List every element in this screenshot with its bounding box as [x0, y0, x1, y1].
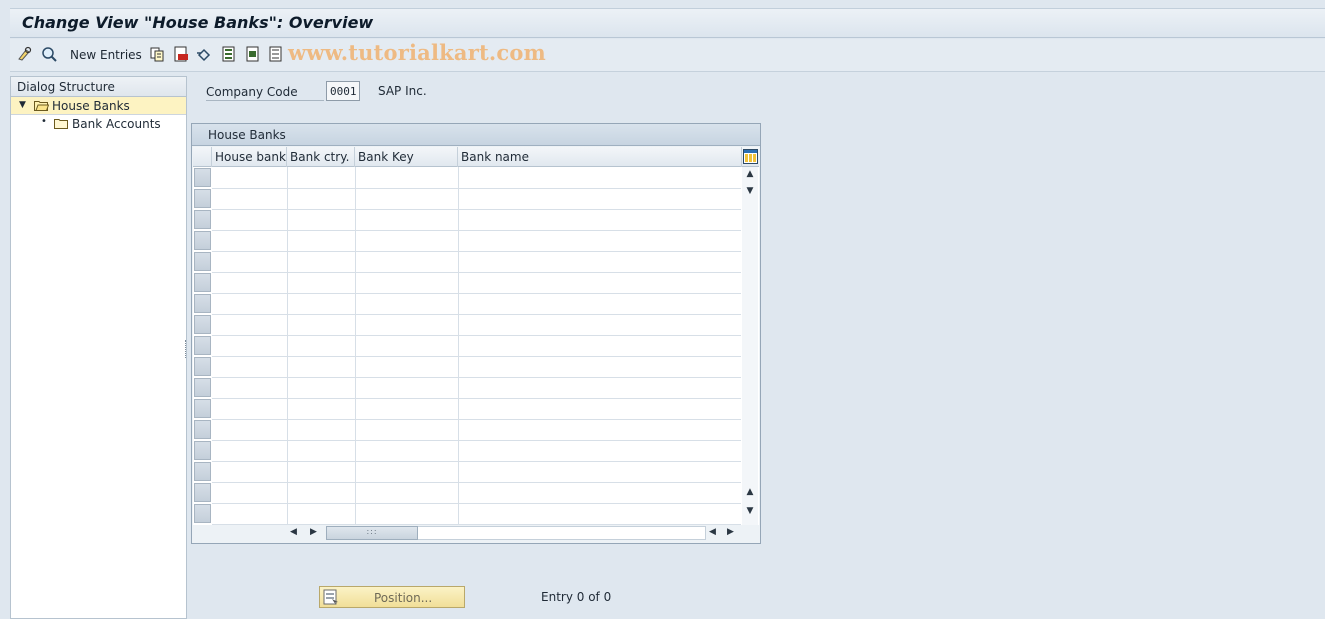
panel-splitter[interactable] [185, 340, 187, 358]
scroll-far-left-icon[interactable]: ◀ [709, 527, 716, 537]
company-code-label: Company Code [206, 84, 324, 101]
table-header: House bank Bank ctry. Bank Key Bank name [193, 147, 759, 167]
row-selector[interactable] [194, 294, 211, 313]
folder-icon [54, 118, 69, 129]
dialog-structure-panel: Dialog Structure ▼ House Banks • Bank Ac… [10, 76, 187, 619]
row-selector[interactable] [194, 231, 211, 250]
row-selector[interactable] [194, 168, 211, 187]
select-all-rows-cell[interactable] [193, 147, 212, 167]
watermark-text: www.tutorialkart.com [288, 40, 546, 65]
column-header-house-bank[interactable]: House bank [212, 147, 287, 167]
delete-icon[interactable] [173, 46, 189, 62]
expand-arrow-icon[interactable]: ▼ [19, 100, 26, 110]
undo-icon[interactable] [196, 46, 212, 62]
row-divider [212, 230, 741, 231]
column-divider [355, 167, 356, 525]
position-button-label: Position... [374, 591, 433, 605]
row-divider [212, 419, 741, 420]
row-divider [212, 293, 741, 294]
column-divider [287, 167, 288, 525]
find-icon[interactable] [41, 46, 57, 62]
row-divider [212, 251, 741, 252]
scroll-left-icon[interactable]: ◀ [290, 527, 297, 537]
scroll-track[interactable] [418, 526, 706, 540]
row-divider [212, 335, 741, 336]
table-grid: House bank Bank ctry. Bank Key Bank name… [193, 147, 759, 525]
row-selector[interactable] [194, 399, 211, 418]
position-button[interactable]: Position... [319, 586, 465, 608]
entry-counter: Entry 0 of 0 [541, 590, 612, 604]
column-header-bank-name[interactable]: Bank name [458, 147, 742, 167]
scroll-right-icon[interactable]: ▶ [310, 527, 317, 537]
page-up-icon[interactable]: ▲ [745, 487, 755, 501]
tree-item-house-banks[interactable]: ▼ House Banks [11, 97, 186, 115]
row-selector[interactable] [194, 336, 211, 355]
row-divider [212, 398, 741, 399]
row-selector[interactable] [194, 315, 211, 334]
row-divider [212, 503, 741, 504]
scroll-far-right-icon[interactable]: ▶ [727, 527, 734, 537]
bullet-icon: • [41, 116, 47, 127]
row-divider [212, 188, 741, 189]
tree-item-label: Bank Accounts [72, 117, 161, 131]
position-icon [323, 589, 339, 605]
row-selector[interactable] [194, 252, 211, 271]
dialog-structure-header: Dialog Structure [11, 77, 186, 97]
row-divider [212, 440, 741, 441]
column-divider [458, 167, 459, 525]
new-entries-button[interactable]: New Entries [70, 48, 142, 62]
table-settings-icon[interactable] [743, 149, 758, 164]
company-name: SAP Inc. [378, 84, 427, 98]
row-selector-column [193, 167, 212, 525]
deselect-all-icon[interactable] [268, 46, 284, 62]
select-block-icon[interactable] [245, 46, 261, 62]
page-title: Change View "House Banks": Overview [22, 13, 374, 32]
tree-item-bank-accounts[interactable]: • Bank Accounts [11, 115, 186, 133]
row-selector[interactable] [194, 273, 211, 292]
vertical-scrollbar[interactable]: ▲ ▼ ▲ ▼ [742, 167, 758, 525]
application-toolbar: New Entries www.tutorialkart.com [10, 39, 1325, 72]
row-selector[interactable] [194, 483, 211, 502]
row-divider [212, 314, 741, 315]
row-divider [212, 272, 741, 273]
horizontal-scrollbar[interactable]: ◀ ▶ ::: ◀ ▶ [193, 525, 759, 541]
page-down-icon[interactable]: ▼ [745, 186, 755, 200]
row-selector[interactable] [194, 462, 211, 481]
select-all-icon[interactable] [221, 46, 237, 62]
table-caption: House Banks [192, 124, 760, 146]
row-selector[interactable] [194, 504, 211, 523]
row-divider [212, 461, 741, 462]
house-banks-table: House Banks House bank Bank ctry. Bank K… [191, 123, 761, 544]
row-divider [212, 377, 741, 378]
row-divider [212, 356, 741, 357]
open-folder-icon [34, 100, 50, 111]
column-header-bank-country[interactable]: Bank ctry. [287, 147, 355, 167]
scroll-down-icon[interactable]: ▼ [745, 506, 755, 520]
row-selector[interactable] [194, 189, 211, 208]
title-bar: Change View "House Banks": Overview [10, 8, 1325, 38]
row-selector[interactable] [194, 210, 211, 229]
scroll-up-icon[interactable]: ▲ [745, 169, 755, 183]
scroll-thumb[interactable]: ::: [326, 526, 418, 540]
row-selector[interactable] [194, 420, 211, 439]
column-header-bank-key[interactable]: Bank Key [355, 147, 458, 167]
tree-item-label: House Banks [52, 99, 130, 113]
copy-icon[interactable] [149, 46, 165, 62]
edit-glasses-icon[interactable] [17, 46, 33, 62]
row-divider [212, 482, 741, 483]
company-code-field: 0001 [326, 81, 360, 101]
row-selector[interactable] [194, 378, 211, 397]
row-selector[interactable] [194, 357, 211, 376]
row-divider [212, 209, 741, 210]
row-selector[interactable] [194, 441, 211, 460]
